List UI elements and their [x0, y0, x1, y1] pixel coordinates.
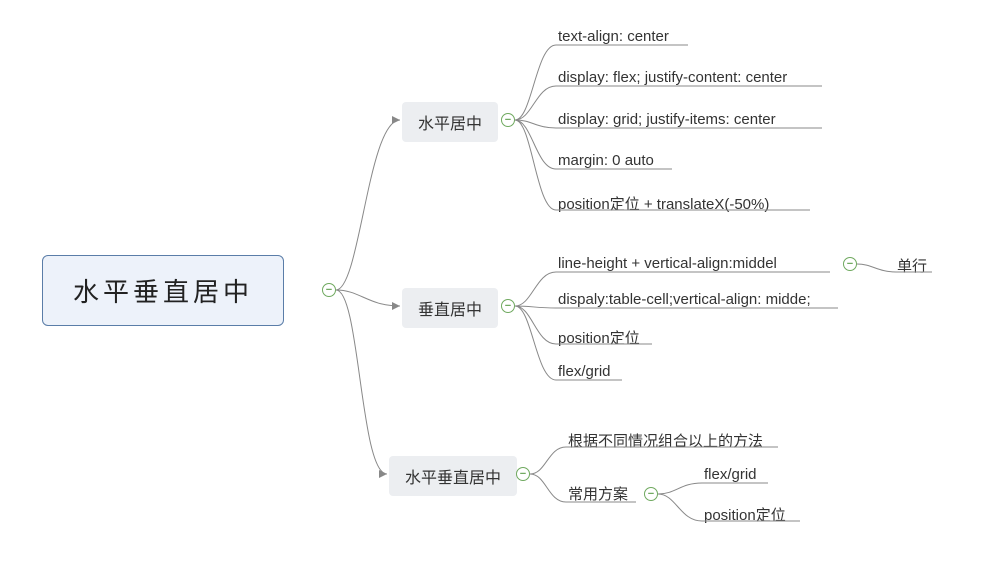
branch-both-toggle[interactable] — [516, 467, 530, 481]
root-toggle[interactable] — [322, 283, 336, 297]
leaf-margin-auto: margin: 0 auto — [558, 150, 654, 171]
leaf-position-translatex: position定位 + translateX(-50%) — [558, 191, 769, 216]
branch-both: 水平垂直居中 — [389, 456, 517, 496]
leaf-text-align: text-align: center — [558, 26, 669, 47]
leaf-line-height: line-height + vertical-align:middel — [558, 253, 777, 274]
leaf-line-height-extra: 单行 — [897, 253, 927, 278]
branch-label: 水平垂直居中 — [405, 464, 501, 488]
leaf-table-cell: dispaly:table-cell;vertical-align: midde… — [558, 289, 811, 310]
branch-vertical: 垂直居中 — [402, 288, 498, 328]
leaf-position: position定位 — [558, 325, 640, 350]
branch-vertical-toggle[interactable] — [501, 299, 515, 313]
sub-branch-common-toggle[interactable] — [644, 487, 658, 501]
sub-branch-common: 常用方案 — [568, 483, 628, 504]
branch-label: 水平居中 — [418, 110, 482, 134]
leaf-flex-grid-both: flex/grid — [704, 464, 757, 485]
root-label: 水平垂直居中 — [73, 272, 253, 309]
leaf-combine: 根据不同情况组合以上的方法 — [568, 428, 763, 453]
root-node: 水平垂直居中 — [42, 255, 284, 326]
branch-horizontal: 水平居中 — [402, 102, 498, 142]
leaf-position-both: position定位 — [704, 502, 786, 527]
leaf-grid-justify: display: grid; justify-items: center — [558, 109, 776, 130]
leaf-flex-grid-v: flex/grid — [558, 361, 611, 382]
leaf-flex-justify: display: flex; justify-content: center — [558, 67, 787, 88]
branch-horizontal-toggle[interactable] — [501, 113, 515, 127]
branch-label: 垂直居中 — [418, 296, 482, 320]
leaf-line-height-toggle[interactable] — [843, 257, 857, 271]
